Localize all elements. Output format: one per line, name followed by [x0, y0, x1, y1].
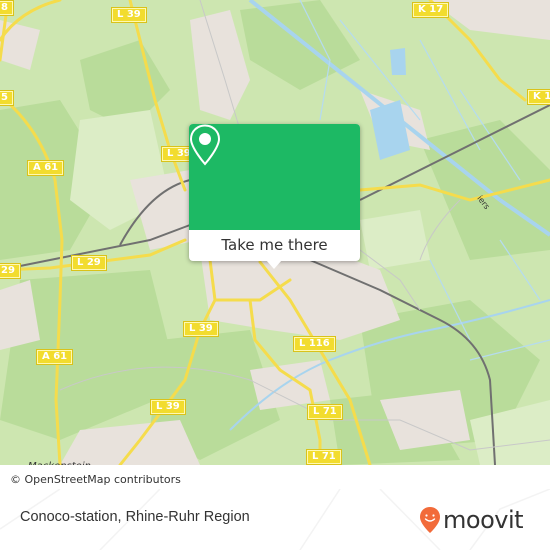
moovit-logo[interactable]: moovit — [419, 505, 524, 535]
road-label-29: 29 — [0, 263, 21, 279]
road-label-a61: A 61 — [35, 349, 74, 365]
moovit-smile-pin-icon — [420, 507, 440, 533]
road-label-l39: L 39 — [111, 7, 147, 23]
map-view[interactable]: L 39 K 17 K 1 8 5 A 61 L 39 29 L 29 L 39… — [0, 0, 550, 465]
road-label-l39: L 39 — [183, 321, 219, 337]
road-label-l29: L 29 — [71, 255, 107, 271]
location-popup: Take me there — [189, 124, 360, 269]
road-label-l71: L 71 — [307, 404, 343, 420]
footer-bar: Conoco-station, Rhine-Ruhr Region moovit — [0, 489, 550, 550]
map-pin-icon — [189, 124, 221, 166]
road-label-k1: K 1 — [526, 89, 550, 105]
place-label-mackenstein: Mackenstein — [28, 461, 91, 465]
popup-pointer — [266, 260, 282, 269]
moovit-wordmark: moovit — [443, 506, 524, 534]
take-me-there-button[interactable]: Take me there — [189, 230, 360, 261]
road-label-l116: L 116 — [293, 336, 336, 352]
road-label-a61: A 61 — [26, 160, 65, 176]
road-label-5: 5 — [0, 90, 14, 106]
road-label-k17: K 17 — [411, 2, 450, 18]
road-label-l39: L 39 — [150, 399, 186, 415]
popup-header — [189, 124, 360, 230]
road-label-l71: L 71 — [306, 449, 342, 465]
road-label-8: 8 — [0, 0, 14, 16]
map-attribution[interactable]: © OpenStreetMap contributors — [0, 471, 215, 489]
location-title: Conoco-station, Rhine-Ruhr Region — [20, 509, 250, 525]
